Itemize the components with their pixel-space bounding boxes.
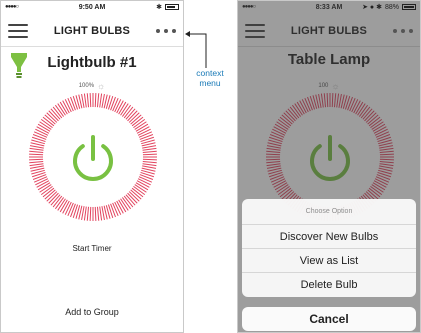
annotation-arrow	[185, 31, 207, 68]
hamburger-menu-icon[interactable]	[8, 23, 28, 38]
discover-new-bulbs-option[interactable]: Discover New Bulbs	[242, 225, 416, 249]
power-icon[interactable]	[73, 135, 113, 181]
add-to-group-button[interactable]: Add to Group	[1, 307, 183, 317]
dial-tick	[29, 165, 44, 169]
dial-tick	[142, 153, 157, 156]
status-icons: ➤ ● ✱	[362, 4, 382, 11]
dial-tick	[142, 160, 157, 164]
annotation-label: context menu	[196, 68, 224, 88]
dial-tick	[83, 206, 87, 221]
dial-tick	[83, 93, 87, 108]
more-options-icon[interactable]	[393, 28, 413, 33]
brightness-readout: 100% ☼	[1, 81, 183, 91]
battery-icon	[165, 4, 179, 10]
dial-tick	[99, 93, 103, 108]
dial-tick	[96, 93, 100, 108]
dial-tick	[94, 93, 97, 108]
delete-bulb-option[interactable]: Delete Bulb	[242, 273, 416, 297]
signal-indicator: ●●●●○	[5, 4, 19, 10]
dial-tick	[29, 153, 44, 156]
bulb-name: Lightbulb #1	[47, 54, 137, 71]
dial-tick	[142, 147, 157, 151]
sun-icon: ☼	[97, 81, 106, 91]
dial-tick	[94, 206, 97, 221]
dial-tick	[29, 163, 44, 167]
battery-percent: 88%	[384, 3, 399, 11]
dial-tick	[67, 97, 74, 112]
dial-tick	[81, 206, 85, 221]
battery-icon	[402, 4, 416, 10]
status-bar: ●●●●○ 9:50 AM ✱	[1, 1, 183, 13]
brightness-value: 100%	[78, 83, 95, 89]
dial-tick	[89, 93, 92, 108]
dial-tick	[142, 158, 157, 161]
dial-tick	[33, 176, 48, 183]
dial-tick	[142, 165, 157, 169]
brightness-dial[interactable]	[27, 91, 159, 223]
dial-tick	[101, 206, 105, 221]
more-options-icon[interactable]	[156, 28, 176, 33]
phone-screen-bulb-detail: ●●●●○ 9:50 AM ✱ LIGHT BULBS Lightbulb #1…	[0, 0, 184, 333]
dial-tick	[81, 93, 85, 108]
dial-tick	[138, 131, 153, 138]
dial-tick	[96, 206, 100, 221]
dial-tick	[29, 160, 44, 164]
dial-tick	[29, 150, 44, 154]
context-menu-title: Choose Option	[242, 199, 416, 225]
dial-tick	[29, 147, 44, 151]
context-menu: Choose Option Discover New Bulbs View as…	[242, 199, 416, 297]
dial-tick	[101, 93, 105, 108]
dial-tick	[142, 150, 157, 154]
dial-tick	[29, 158, 44, 161]
phone-screen-context-menu: ●●●●○ 8:33 AM ➤ ● ✱ 88% LIGHT BULBS Tabl…	[237, 0, 421, 333]
dial-tick	[89, 206, 92, 221]
dial-tick	[112, 202, 119, 217]
dial-tick	[138, 176, 153, 183]
bluetooth-icon: ✱	[156, 4, 162, 11]
cancel-button[interactable]: Cancel	[242, 307, 416, 331]
dial-tick	[112, 97, 119, 112]
dial-tick	[86, 206, 90, 221]
dial-tick	[142, 163, 157, 167]
start-timer-button[interactable]: Start Timer	[1, 244, 183, 253]
dial-tick	[86, 93, 90, 108]
dial-tick	[142, 145, 157, 149]
dial-tick	[29, 145, 44, 149]
dial-tick	[99, 206, 103, 221]
nav-bar: LIGHT BULBS	[1, 15, 183, 47]
view-as-list-option[interactable]: View as List	[242, 249, 416, 273]
dial-tick	[67, 202, 74, 217]
dial-tick	[33, 131, 48, 138]
